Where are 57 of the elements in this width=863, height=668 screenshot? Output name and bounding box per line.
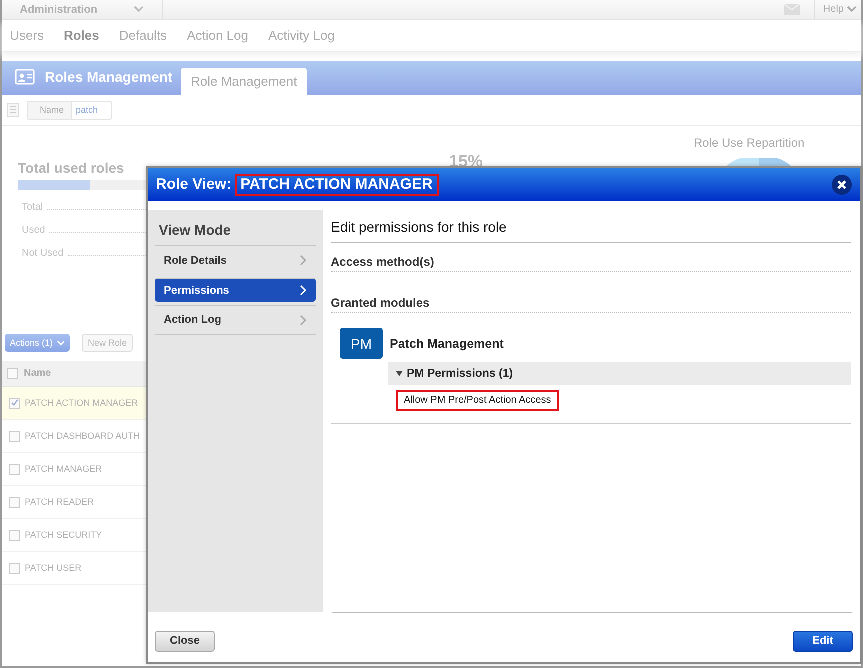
section-heading: Access method(s) [331, 255, 851, 272]
close-icon[interactable] [832, 174, 852, 194]
dialog-title: Role View: [156, 176, 232, 193]
permission-item: Allow PM Pre/Post Action Access [396, 390, 560, 411]
edit-button[interactable]: Edit [793, 630, 853, 652]
help-menu[interactable]: Help [814, 0, 861, 19]
nav-tab[interactable]: Defaults [119, 28, 168, 43]
checkbox[interactable] [9, 530, 20, 540]
sidebar-item[interactable]: Permissions [155, 278, 316, 302]
column-header: Name [24, 368, 52, 379]
checkbox[interactable] [9, 496, 20, 508]
new-role-button[interactable]: New Role [82, 334, 134, 352]
table-cell: PATCH USER [25, 563, 82, 573]
id-card-icon [15, 69, 35, 85]
table-cell: PATCH MANAGER [25, 464, 102, 474]
chevron-icon [847, 6, 857, 13]
chart-title: Role Use Repartition [694, 136, 805, 150]
table-cell: PATCH ACTION MANAGER [25, 398, 138, 408]
section-heading: Granted modules [331, 296, 851, 313]
summary-label: Not Used [22, 248, 64, 259]
nav-tab[interactable]: Roles [64, 28, 100, 43]
sidebar-item[interactable]: Role Details [155, 245, 316, 275]
module-badge: PM [340, 328, 383, 359]
checkbox[interactable] [9, 562, 20, 574]
role-name: PATCH ACTION MANAGER [234, 174, 439, 196]
sidebar-item[interactable]: Action Log [155, 305, 316, 335]
summary-label: Total [22, 202, 44, 213]
checkbox[interactable] [9, 430, 20, 442]
mail-icon[interactable] [784, 4, 800, 15]
chevron-icon [134, 6, 144, 13]
table-cell: PATCH DASHBOARD AUTH [25, 431, 140, 441]
table-cell: PATCH READER [25, 497, 94, 507]
nav-tab[interactable]: Action Log [187, 28, 248, 43]
summary-title: Total used roles [18, 160, 126, 176]
sidebar-heading: View Mode [158, 221, 232, 240]
nav-tab[interactable]: Users [10, 28, 44, 43]
page-title: Roles Management [45, 69, 174, 85]
table-cell: PATCH SECURITY [25, 530, 102, 540]
chevron-icon [300, 314, 307, 326]
list-icon[interactable] [7, 103, 19, 117]
checkbox[interactable] [9, 398, 20, 408]
section-tab[interactable]: Role Management [181, 68, 308, 95]
name-filter-field[interactable]: Name patch [27, 100, 112, 120]
checkbox[interactable] [9, 464, 20, 474]
chevron-icon [57, 340, 66, 346]
permission-group[interactable]: PM Permissions (1) [388, 362, 851, 385]
close-button[interactable]: Close [155, 630, 215, 652]
summary-label: Used [22, 225, 46, 236]
app-menu[interactable]: Administration [2, 0, 163, 19]
chevron-icon [300, 255, 307, 266]
content-heading: Edit permissions for this role [331, 210, 851, 243]
checkbox[interactable] [7, 368, 18, 379]
actions-button[interactable]: Actions (1) [5, 334, 70, 352]
nav-tab[interactable]: Activity Log [268, 28, 335, 43]
triangle-icon [396, 370, 403, 377]
module-name: Patch Management [390, 336, 504, 350]
chevron-icon [300, 285, 307, 296]
